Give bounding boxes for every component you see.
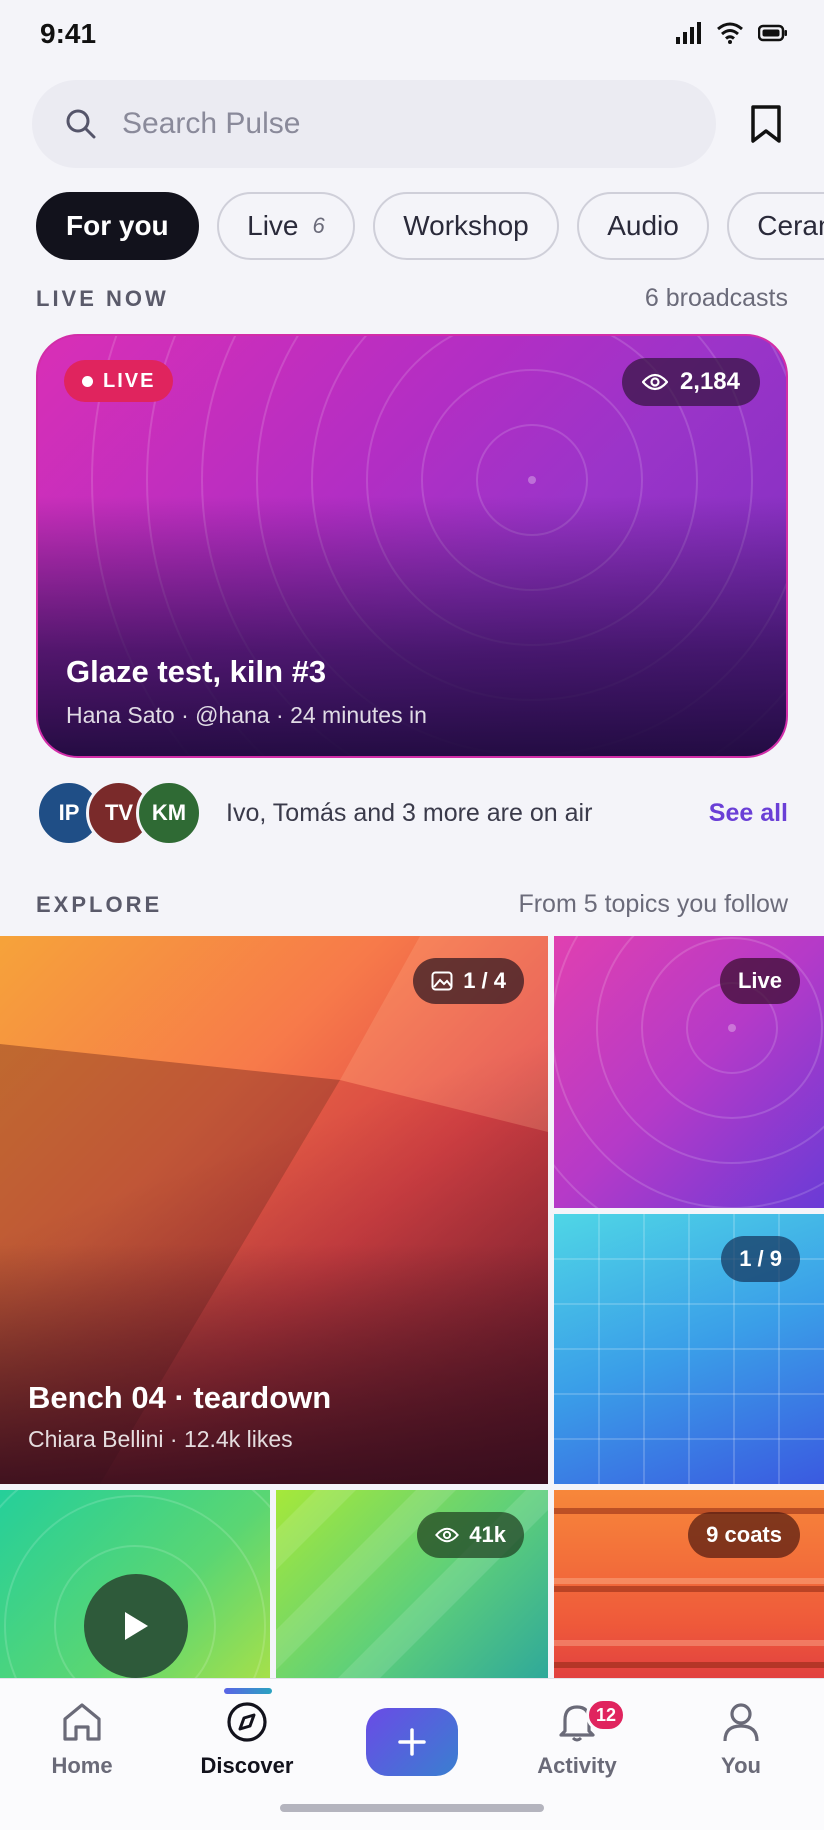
filter-chips: For you Live 6 Workshop Audio Ceramics [36, 192, 824, 260]
live-broadcast-card[interactable]: LIVE 2,184 Glaze test, kiln #3 Hana Sato… [36, 334, 788, 758]
chip-workshop[interactable]: Workshop [373, 192, 559, 260]
chip-label: Workshop [403, 210, 529, 241]
tab-home[interactable]: Home [12, 1701, 152, 1779]
play-button[interactable] [84, 1574, 188, 1678]
explore-tile-main[interactable]: 1 / 4 Bench 04 · teardown Chiara Bellini… [0, 936, 548, 1484]
image-counter-badge: 1 / 9 [721, 1236, 800, 1282]
play-icon [125, 1612, 148, 1640]
active-tab-indicator [224, 1688, 272, 1694]
tab-label: Activity [537, 1753, 617, 1778]
notification-badge: 12 [586, 1698, 626, 1732]
viewer-count-badge: 2,184 [621, 358, 760, 406]
tab-activity[interactable]: Activity [507, 1701, 647, 1779]
chip-label: Ceramics [757, 210, 824, 241]
bookmark-button[interactable] [740, 98, 792, 150]
bookmark-icon [751, 105, 781, 143]
avatar[interactable]: KM [136, 780, 202, 846]
eye-icon [641, 373, 668, 391]
battery-icon [758, 24, 787, 42]
chip-ceramics[interactable]: Ceramics [727, 192, 824, 260]
explore-tile-video[interactable] [0, 1490, 270, 1680]
eye-icon [435, 1527, 460, 1543]
chip-audio[interactable]: Audio [577, 192, 709, 260]
explore-tile-live[interactable]: Live [554, 936, 824, 1208]
explore-tile-views[interactable]: 41k [276, 1490, 548, 1680]
live-badge-label: LIVE [103, 369, 156, 392]
views-badge: 41k [417, 1512, 524, 1558]
coats-badge: 9 coats [688, 1512, 800, 1558]
live-now-header: LIVE NOW 6 broadcasts [36, 284, 788, 313]
viewer-count: 2,184 [679, 368, 740, 395]
on-air-text: Ivo, Tomás and 3 more are on air [226, 798, 593, 827]
compass-icon [227, 1702, 267, 1742]
search-row [32, 80, 792, 168]
status-bar: 9:41 [0, 0, 824, 70]
section-meta: 6 broadcasts [644, 284, 788, 312]
on-air-row: IP TV KM Ivo, Tomás and 3 more are on ai… [36, 780, 788, 846]
section-meta: From 5 topics you follow [518, 890, 788, 918]
user-icon [723, 1703, 759, 1742]
chip-label: Audio [607, 210, 679, 241]
signal-icon [676, 22, 701, 44]
tab-you[interactable]: You [671, 1701, 811, 1779]
live-badge: Live [719, 958, 800, 1004]
wifi-icon [717, 22, 743, 44]
status-time: 9:41 [40, 18, 97, 49]
plus-icon [398, 1728, 426, 1756]
chip-label: For you [66, 210, 169, 241]
home-icon [63, 1703, 101, 1741]
chip-live[interactable]: Live 6 [217, 192, 355, 260]
section-title: LIVE NOW [36, 285, 169, 311]
search-bar[interactable] [32, 80, 716, 168]
status-icons [676, 22, 788, 44]
search-icon [66, 109, 96, 139]
section-title: EXPLORE [36, 891, 163, 917]
chip-count: 6 [312, 213, 325, 238]
live-dot [82, 375, 93, 387]
image-counter-badge: 1 / 4 [413, 958, 524, 1004]
live-badge: LIVE [64, 360, 174, 402]
tab-label: Home [51, 1753, 113, 1778]
image-icon [431, 971, 453, 991]
broadcast-subtitle: Hana Sato · @hana · 24 minutes in [66, 702, 427, 728]
explore-tile-grid[interactable]: 1 / 9 [554, 1214, 824, 1484]
home-indicator [280, 1804, 544, 1812]
tile-subtitle: Chiara Bellini · 12.4k likes [28, 1426, 293, 1452]
explore-tile-coats[interactable]: 9 coats [554, 1490, 824, 1680]
tab-label: Discover [200, 1753, 294, 1778]
explore-header: EXPLORE From 5 topics you follow [36, 890, 788, 919]
broadcast-title: Glaze test, kiln #3 [66, 654, 327, 689]
tab-discover[interactable]: Discover [177, 1701, 317, 1779]
create-button[interactable] [366, 1708, 458, 1776]
tab-label: You [721, 1753, 761, 1778]
image-counter: 1 / 4 [463, 968, 506, 993]
search-input[interactable] [122, 107, 682, 141]
chip-for-you[interactable]: For you [36, 192, 199, 260]
views-count: 41k [469, 1522, 506, 1547]
see-all-link[interactable]: See all [709, 799, 788, 828]
chip-label: Live [247, 210, 299, 241]
tile-title: Bench 04 · teardown [28, 1380, 332, 1415]
